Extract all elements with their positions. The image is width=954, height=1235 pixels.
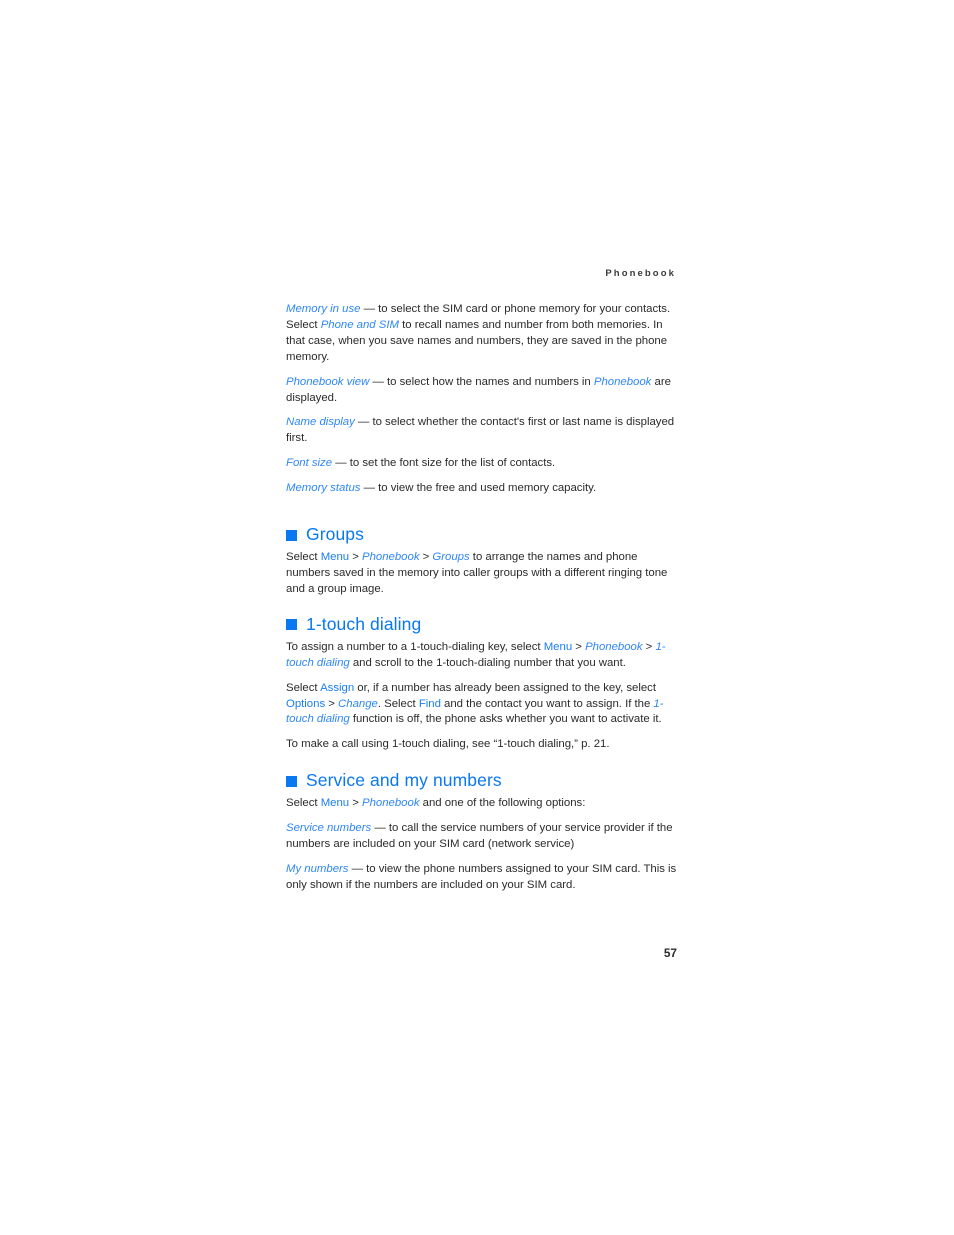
text: . Select [377, 697, 419, 710]
text: Select [286, 681, 321, 694]
link-options[interactable]: Options [286, 698, 325, 710]
term-name-display: Name display [286, 416, 355, 429]
dash: — [360, 303, 379, 315]
section-heading-service-and-my-numbers: Service and my numbers [286, 770, 677, 790]
paragraph-assign-options: Select Assign or, if a number has alread… [286, 681, 677, 729]
separator: > [349, 797, 363, 810]
term-memory-status: Memory status [286, 482, 361, 495]
link-change[interactable]: Change [338, 698, 378, 710]
text: to view the free and used memory capacit… [378, 482, 597, 495]
running-head: Phonebook [605, 268, 676, 279]
paragraph-assign-number: To assign a number to a 1-touch-dialing … [286, 640, 677, 672]
paragraph-phonebook-view: Phonebook view — to select how the names… [286, 375, 677, 407]
link-phonebook[interactable]: Phonebook [585, 641, 642, 653]
separator: > [325, 697, 339, 710]
heading-text: Service and my numbers [306, 770, 502, 791]
text: To assign a number to a 1-touch-dialing … [286, 640, 544, 653]
section-service-and-my-numbers: Service and my numbers Select Menu > Pho… [286, 770, 677, 894]
link-menu[interactable]: Menu [321, 551, 349, 563]
separator: > [419, 551, 433, 564]
section-groups: Groups Select Menu > Phonebook > Groups … [286, 524, 677, 598]
paragraph-memory-status: Memory status — to view the free and use… [286, 481, 677, 497]
paragraph-font-size: Font size — to set the font size for the… [286, 456, 677, 472]
page-number: 57 [663, 946, 677, 960]
dash: — [348, 862, 367, 875]
text: to set the font size for the list of con… [349, 457, 556, 470]
manual-page: Phonebook Memory in use — to select the … [0, 0, 954, 1235]
section-heading-1-touch-dialing: 1-touch dialing [286, 614, 677, 634]
text: and the contact you want to assign. If t… [440, 697, 654, 710]
heading-text: 1-touch dialing [306, 613, 422, 634]
square-bullet-icon [286, 619, 297, 631]
dash: — [371, 822, 389, 835]
link-assign[interactable]: Assign [320, 682, 354, 694]
page-content: Phonebook Memory in use — to select the … [286, 268, 677, 894]
section-1-touch-dialing: 1-touch dialing To assign a number to a … [286, 614, 677, 753]
paragraph-my-numbers: My numbers — to view the phone numbers a… [286, 862, 677, 894]
term-phonebook-view: Phonebook view [286, 375, 370, 388]
paragraph-service-intro: Select Menu > Phonebook and one of the f… [286, 796, 677, 812]
dash: — [332, 457, 350, 470]
section-heading-groups: Groups [286, 524, 677, 544]
separator: > [642, 640, 656, 653]
text: function is off, the phone asks whether … [349, 713, 662, 726]
link-phonebook[interactable]: Phonebook [362, 551, 419, 563]
dash: — [369, 375, 387, 388]
link-groups[interactable]: Groups [432, 551, 469, 563]
link-phonebook[interactable]: Phonebook [362, 797, 419, 809]
term-service-numbers: Service numbers [286, 822, 372, 835]
link-menu[interactable]: Menu [544, 641, 572, 653]
paragraph-memory-in-use: Memory in use — to select the SIM card o… [286, 302, 677, 366]
term-memory-in-use: Memory in use [286, 303, 361, 315]
text: Select [286, 797, 321, 810]
text: Select [286, 551, 321, 564]
paragraph-groups-body: Select Menu > Phonebook > Groups to arra… [286, 550, 677, 598]
text: or, if a number has already been assigne… [354, 681, 657, 694]
text: and one of the following options: [419, 797, 586, 810]
link-menu[interactable]: Menu [321, 797, 349, 809]
paragraph-name-display: Name display — to select whether the con… [286, 415, 677, 447]
dash: — [360, 482, 379, 495]
paragraph-make-call-crossref: To make a call using 1-touch dialing, se… [286, 738, 610, 751]
paragraph-service-numbers: Service numbers — to call the service nu… [286, 821, 677, 853]
term-my-numbers: My numbers [286, 862, 349, 875]
link-phone-and-sim[interactable]: Phone and SIM [321, 319, 399, 331]
link-find[interactable]: Find [419, 698, 441, 710]
heading-text: Groups [306, 524, 364, 545]
separator: > [349, 551, 363, 564]
term-font-size: Font size [286, 457, 333, 470]
text: and scroll to the 1-touch-dialing number… [349, 656, 626, 669]
square-bullet-icon [286, 529, 297, 541]
text: to select how the names and numbers in [386, 375, 594, 388]
square-bullet-icon [286, 775, 297, 787]
separator: > [572, 640, 586, 653]
link-phonebook[interactable]: Phonebook [594, 376, 651, 388]
dash: — [354, 416, 373, 429]
